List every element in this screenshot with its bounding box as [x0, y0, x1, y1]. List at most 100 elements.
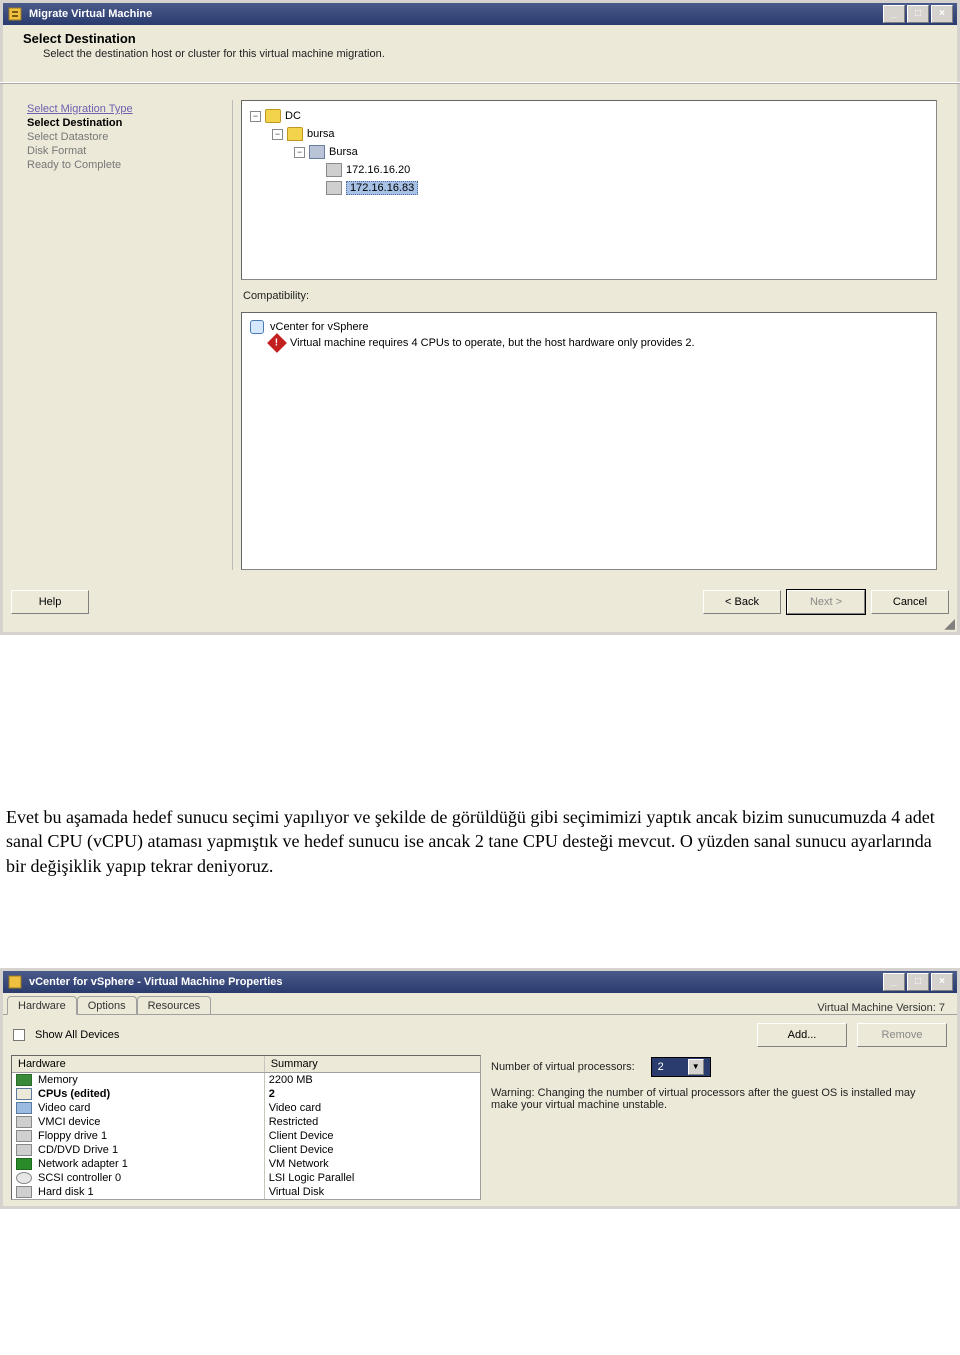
cluster-icon: [309, 145, 325, 159]
device-summary: VM Network: [265, 1157, 480, 1171]
compat-item: vCenter for vSphere: [250, 319, 928, 335]
remove-button: Remove: [857, 1023, 947, 1047]
maximize-button[interactable]: □: [907, 5, 929, 23]
button-row: Help < Back Next > Cancel: [3, 582, 957, 618]
info-icon: [250, 320, 264, 334]
step-ready: Ready to Complete: [27, 158, 228, 172]
window-title: vCenter for vSphere - Virtual Machine Pr…: [29, 971, 875, 993]
expander-icon[interactable]: −: [294, 147, 305, 158]
tab-options[interactable]: Options: [77, 996, 137, 1014]
compat-error: ! Virtual machine requires 4 CPUs to ope…: [250, 335, 928, 351]
add-button[interactable]: Add...: [757, 1023, 847, 1047]
page-title: Select Destination: [23, 31, 937, 46]
migrate-dialog: Migrate Virtual Machine _ □ × Select Des…: [0, 0, 960, 635]
proc-count-value: 2: [658, 1061, 664, 1073]
folder-icon: [287, 127, 303, 141]
table-row[interactable]: Network adapter 1 VM Network: [12, 1157, 480, 1171]
device-summary: 2200 MB: [265, 1073, 480, 1087]
device-name: Floppy drive 1: [38, 1130, 107, 1142]
table-row[interactable]: Memory 2200 MB: [12, 1073, 480, 1087]
vm-properties-dialog: vCenter for vSphere - Virtual Machine Pr…: [0, 968, 960, 1209]
compat-error-text: Virtual machine requires 4 CPUs to opera…: [290, 337, 695, 349]
datacenter-icon: [265, 109, 281, 123]
tree-label: DC: [285, 110, 301, 122]
device-name: SCSI controller 0: [38, 1172, 121, 1184]
minimize-button[interactable]: _: [883, 5, 905, 23]
show-all-label: Show All Devices: [35, 1029, 119, 1041]
host-icon: [326, 181, 342, 195]
close-button[interactable]: ×: [931, 973, 953, 991]
device-summary: Restricted: [265, 1115, 480, 1129]
app-icon: [7, 6, 23, 22]
device-summary: Video card: [265, 1101, 480, 1115]
vm-version-label: Virtual Machine Version: 7: [809, 998, 953, 1014]
tree-node-cluster[interactable]: − Bursa: [250, 143, 928, 161]
tree-node-host-selected[interactable]: 172.16.16.83: [250, 179, 928, 197]
tree-node-host[interactable]: 172.16.16.20: [250, 161, 928, 179]
minimize-button[interactable]: _: [883, 973, 905, 991]
app-icon: [7, 974, 23, 990]
cancel-button[interactable]: Cancel: [871, 590, 949, 614]
tree-label: bursa: [307, 128, 335, 140]
table-row[interactable]: Video card Video card: [12, 1101, 480, 1115]
device-summary: LSI Logic Parallel: [265, 1171, 480, 1185]
net-icon: [16, 1158, 32, 1170]
device-name: Memory: [38, 1074, 78, 1086]
page-subtitle: Select the destination host or cluster f…: [23, 46, 937, 70]
titlebar[interactable]: Migrate Virtual Machine _ □ ×: [3, 3, 957, 25]
compatibility-label: Compatibility:: [241, 286, 937, 306]
device-icon: [16, 1144, 32, 1156]
compatibility-panel: vCenter for vSphere ! Virtual machine re…: [241, 312, 937, 570]
mem-icon: [16, 1074, 32, 1086]
table-row[interactable]: CPUs (edited)2: [12, 1087, 480, 1101]
device-name: CD/DVD Drive 1: [38, 1144, 118, 1156]
wizard-steps: Select Migration Type Select Destination…: [23, 100, 233, 570]
titlebar[interactable]: vCenter for vSphere - Virtual Machine Pr…: [3, 971, 957, 993]
tab-resources[interactable]: Resources: [137, 996, 212, 1014]
table-header: Hardware Summary: [12, 1056, 480, 1073]
close-button[interactable]: ×: [931, 5, 953, 23]
tree-label: Bursa: [329, 146, 358, 158]
table-row[interactable]: Floppy drive 1 Client Device: [12, 1129, 480, 1143]
device-name: Video card: [38, 1102, 90, 1114]
tree-label: 172.16.16.83: [346, 181, 418, 195]
table-row[interactable]: SCSI controller 0 LSI Logic Parallel: [12, 1171, 480, 1185]
device-name: VMCI device: [38, 1116, 100, 1128]
step-migration-type[interactable]: Select Migration Type: [27, 102, 228, 116]
error-icon: !: [267, 333, 287, 353]
device-summary: Client Device: [265, 1129, 480, 1143]
expander-icon[interactable]: −: [272, 129, 283, 140]
step-select-datastore: Select Datastore: [27, 130, 228, 144]
divider: [0, 82, 960, 84]
tree-node-folder[interactable]: − bursa: [250, 125, 928, 143]
help-button[interactable]: Help: [11, 590, 89, 614]
step-select-destination: Select Destination: [27, 116, 228, 130]
next-button[interactable]: Next >: [787, 590, 865, 614]
expander-icon[interactable]: −: [250, 111, 261, 122]
proc-count-select[interactable]: 2 ▼: [651, 1057, 711, 1077]
table-row[interactable]: Hard disk 1Virtual Disk: [12, 1185, 480, 1199]
scsi-icon: [16, 1172, 32, 1184]
device-summary: Virtual Disk: [265, 1185, 480, 1199]
device-summary: Client Device: [265, 1143, 480, 1157]
proc-warning: Warning: Changing the number of virtual …: [491, 1087, 921, 1111]
device-icon: [16, 1130, 32, 1142]
back-button[interactable]: < Back: [703, 590, 781, 614]
destination-tree[interactable]: − DC − bursa − Bursa: [241, 100, 937, 280]
device-icon: [16, 1186, 32, 1198]
host-icon: [326, 163, 342, 177]
compat-item-label: vCenter for vSphere: [270, 321, 368, 333]
window-title: Migrate Virtual Machine: [29, 3, 875, 25]
table-row[interactable]: CD/DVD Drive 1 Client Device: [12, 1143, 480, 1157]
table-row[interactable]: VMCI device Restricted: [12, 1115, 480, 1129]
show-all-checkbox[interactable]: [13, 1029, 25, 1041]
resize-grip[interactable]: ◢: [3, 618, 957, 632]
col-summary: Summary: [265, 1056, 480, 1072]
tab-hardware[interactable]: Hardware: [7, 996, 77, 1015]
hardware-table[interactable]: Hardware Summary Memory 2200 MBCPUs (edit…: [11, 1055, 481, 1200]
tree-label: 172.16.16.20: [346, 164, 410, 176]
device-name: Network adapter 1: [38, 1158, 128, 1170]
maximize-button[interactable]: □: [907, 973, 929, 991]
tree-node-dc[interactable]: − DC: [250, 107, 928, 125]
col-hardware: Hardware: [12, 1056, 265, 1072]
